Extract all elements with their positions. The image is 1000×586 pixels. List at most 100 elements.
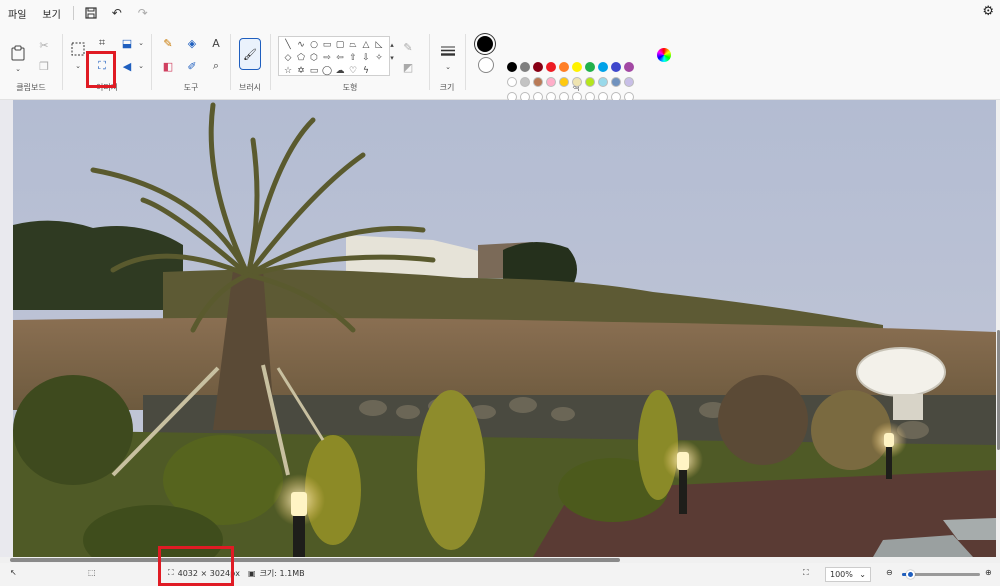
- oval-shape-icon[interactable]: ○: [308, 39, 320, 51]
- line-shape-icon[interactable]: ╲: [282, 39, 294, 51]
- size-label: 크기: [439, 83, 455, 92]
- four-point-star-shape-icon[interactable]: ✧: [373, 52, 385, 64]
- color-swatch[interactable]: [520, 62, 530, 72]
- zoom-select[interactable]: 100% ⌄: [825, 567, 871, 582]
- file-size: ▣ 크기: 1.1MB: [248, 568, 305, 579]
- fit-to-window-icon[interactable]: ⛶: [803, 568, 809, 578]
- color-swatch[interactable]: [585, 62, 595, 72]
- diamond-shape-icon[interactable]: ◇: [282, 52, 294, 64]
- menu-separator: [72, 6, 74, 20]
- color-swatch[interactable]: [598, 77, 608, 87]
- canvas-area[interactable]: [0, 100, 1000, 557]
- color-swatch[interactable]: [572, 62, 582, 72]
- brush-icon[interactable]: 🖌: [239, 38, 261, 70]
- save-small-icon: ▣: [248, 569, 256, 578]
- color-swatch[interactable]: [546, 62, 556, 72]
- zoom-in-icon[interactable]: ⊕: [985, 568, 992, 577]
- cut-icon[interactable]: ✂: [34, 36, 54, 54]
- fill-shape-icon[interactable]: ◩: [398, 58, 418, 76]
- select-dropdown-icon[interactable]: ⌄: [68, 57, 88, 75]
- right-arrow-shape-icon[interactable]: ⇨: [321, 52, 333, 64]
- color-swatch[interactable]: [598, 62, 608, 72]
- lightning-shape-icon[interactable]: ϟ: [360, 65, 372, 77]
- size-dropdown-icon[interactable]: ⌄: [438, 58, 458, 76]
- triangle-shape-icon[interactable]: △: [360, 39, 372, 51]
- color-swatch[interactable]: [611, 62, 621, 72]
- pentagon-shape-icon[interactable]: ⬠: [295, 52, 307, 64]
- menu-view[interactable]: 보기: [34, 6, 68, 21]
- five-point-star-shape-icon[interactable]: ☆: [282, 65, 294, 77]
- right-triangle-shape-icon[interactable]: ◺: [373, 39, 385, 51]
- shapes-label: 도형: [342, 83, 358, 92]
- flip-dropdown-icon[interactable]: ⌄: [131, 57, 151, 75]
- left-arrow-shape-icon[interactable]: ⇦: [334, 52, 346, 64]
- zoom-value: 100%: [830, 570, 853, 579]
- scroll-shapes-up-icon[interactable]: ▴: [386, 39, 398, 51]
- down-arrow-shape-icon[interactable]: ⇩: [360, 52, 372, 64]
- primary-color[interactable]: [477, 36, 493, 52]
- status-bar: ↖ ⬚ ⛶ 4032 × 3024px ▣ 크기: 1.1MB ⛶ 100% ⌄…: [0, 563, 1000, 586]
- scroll-shapes-down-icon[interactable]: ▾: [386, 52, 398, 64]
- color-swatch[interactable]: [559, 77, 569, 87]
- color-swatch[interactable]: [611, 77, 621, 87]
- tools-group: ✎ ◈ A ◧ ✐ ⌕ 도구: [152, 26, 230, 100]
- heart-shape-icon[interactable]: ♡: [347, 65, 359, 77]
- chevron-down-icon: ⌄: [859, 570, 866, 579]
- eraser-icon[interactable]: ◧: [158, 57, 178, 75]
- paste-dropdown-icon[interactable]: ⌄: [8, 60, 28, 78]
- secondary-color[interactable]: [478, 57, 494, 73]
- pencil-icon[interactable]: ✎: [158, 34, 178, 52]
- hexagon-shape-icon[interactable]: ⬡: [308, 52, 320, 64]
- menu-bar: 파일 보기 ↶ ↷ ⚙: [0, 0, 1000, 26]
- oval-callout-shape-icon[interactable]: ◯: [321, 65, 333, 77]
- outline-icon[interactable]: ✎: [398, 38, 418, 56]
- shapes-gallery[interactable]: ╲ ∿ ○ ▭ ▢ ⏢ △ ◺ ▴ ◇ ⬠ ⬡ ⇨ ⇦ ⇧ ⇩ ✧ ▾ ☆ ✡ …: [278, 36, 394, 77]
- magnifier-icon[interactable]: ⌕: [206, 57, 226, 75]
- canvas-image[interactable]: [13, 100, 996, 557]
- vertical-scrollbar[interactable]: [996, 100, 1000, 557]
- color-swatch[interactable]: [533, 77, 543, 87]
- color-swatch[interactable]: [546, 77, 556, 87]
- color-swatch[interactable]: [585, 77, 595, 87]
- select-icon[interactable]: [68, 40, 88, 58]
- cursor-position: ↖: [10, 568, 17, 577]
- rounded-rectangle-shape-icon[interactable]: ▢: [334, 39, 346, 51]
- color-swatch[interactable]: [520, 77, 530, 87]
- six-point-star-shape-icon[interactable]: ✡: [295, 65, 307, 77]
- polygon-shape-icon[interactable]: ⏢: [347, 39, 359, 51]
- cloud-callout-shape-icon[interactable]: ☁: [334, 65, 346, 77]
- fill-icon[interactable]: ◈: [182, 34, 202, 52]
- clipboard-label: 클립보드: [16, 83, 46, 92]
- color-swatch[interactable]: [507, 62, 517, 72]
- color-swatch[interactable]: [559, 62, 569, 72]
- color-swatch[interactable]: [624, 77, 634, 87]
- zoom-out-icon[interactable]: ⊖: [886, 568, 893, 577]
- color-picker-icon[interactable]: ✐: [182, 57, 202, 75]
- zoom-slider[interactable]: [902, 570, 980, 579]
- up-arrow-shape-icon[interactable]: ⇧: [347, 52, 359, 64]
- menu-file[interactable]: 파일: [0, 6, 34, 21]
- highlight-box-image-size: [158, 546, 234, 586]
- size-group: ⌄ 크기: [430, 26, 464, 100]
- undo-icon[interactable]: ↶: [104, 2, 130, 24]
- save-icon[interactable]: [78, 2, 104, 24]
- file-size-text: 크기: 1.1MB: [259, 569, 305, 578]
- rotate-dropdown-icon[interactable]: ⌄: [131, 34, 151, 52]
- zoom-slider-knob[interactable]: [905, 570, 915, 579]
- cursor-icon: ↖: [10, 568, 17, 577]
- gear-icon[interactable]: ⚙: [982, 4, 994, 19]
- brushes-group: 🖌 브러시: [231, 26, 269, 100]
- color-swatch[interactable]: [507, 77, 517, 87]
- rect-callout-shape-icon[interactable]: ▭: [308, 65, 320, 77]
- edit-colors-icon[interactable]: [657, 48, 671, 62]
- crop-icon[interactable]: ⌗: [92, 34, 112, 52]
- curve-shape-icon[interactable]: ∿: [295, 39, 307, 51]
- redo-icon[interactable]: ↷: [130, 2, 156, 24]
- color-swatch[interactable]: [572, 77, 582, 87]
- text-icon[interactable]: A: [206, 34, 226, 52]
- color-swatch[interactable]: [533, 62, 543, 72]
- horizontal-scroll-thumb[interactable]: [10, 558, 620, 562]
- rectangle-shape-icon[interactable]: ▭: [321, 39, 333, 51]
- copy-icon[interactable]: ❐: [34, 57, 54, 75]
- color-swatch[interactable]: [624, 62, 634, 72]
